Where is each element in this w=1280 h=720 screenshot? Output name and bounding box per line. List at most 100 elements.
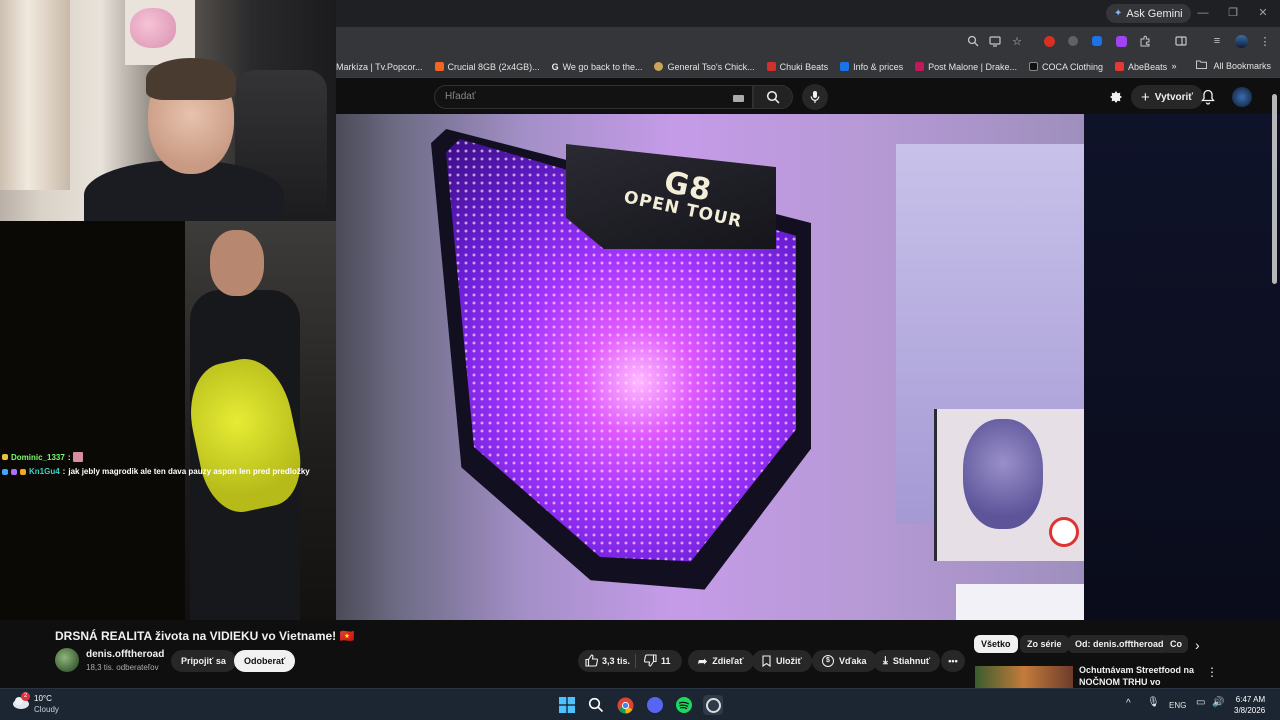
chat-overlay: Dominic_1337 : Kn1Gu4 : jak jebly magrod…	[2, 452, 332, 481]
subscriber-count: 18,3 tis. odberateľov	[86, 663, 159, 672]
chat-separator: :	[67, 452, 71, 462]
extension-purple-icon[interactable]	[1114, 34, 1128, 48]
extension-red-icon[interactable]	[1042, 34, 1056, 48]
dislike-button[interactable]: 11	[644, 654, 671, 667]
bookmark-item[interactable]: AbeBeats	[1115, 62, 1167, 72]
search-button[interactable]	[753, 85, 793, 109]
chip-from-channel[interactable]: Od: denis.offtheroad	[1068, 635, 1171, 653]
download-button[interactable]: ⤓ Stiahnuť	[873, 650, 941, 672]
walker-head	[210, 230, 264, 296]
chat-text: jak jebly magrodik ale ten dava pauzy as…	[68, 467, 310, 476]
recommended-menu-icon[interactable]: ⋮	[1206, 665, 1218, 679]
share-button[interactable]: ➦ Zdieľať	[688, 650, 754, 672]
bookmark-item[interactable]: General Tso's Chick...	[654, 62, 755, 72]
tray-overflow-chevron-icon[interactable]: ^	[1126, 698, 1131, 709]
taskbar-search-icon[interactable]	[586, 695, 606, 715]
chip-label: Všetko	[981, 639, 1011, 649]
chip-label: Zo série	[1027, 639, 1062, 649]
bookmarks-bar: Markíza | Tv.Popcor... Crucial 8GB (2x4G…	[336, 56, 1280, 78]
taskbar-clock[interactable]: 6:47 AM 3/8/2026	[1234, 694, 1265, 716]
ask-gemini-label: Ask Gemini	[1126, 7, 1183, 20]
bookmark-item[interactable]: Markíza | Tv.Popcor...	[336, 62, 423, 72]
browser-toolbar: ☆ ≡ ⋮	[336, 27, 1280, 56]
page-scrollbar[interactable]	[1272, 94, 1277, 284]
chat-badge-icon	[20, 468, 26, 475]
all-bookmarks-button[interactable]: All Bookmarks	[1213, 61, 1271, 71]
weather-temperature[interactable]: 10°C	[34, 694, 52, 703]
save-button[interactable]: Uložiť	[752, 650, 812, 672]
channel-name[interactable]: denis.offtheroad	[86, 649, 164, 660]
google-favicon-icon: G	[551, 61, 559, 72]
bookmark-item[interactable]: Post Malone | Drake...	[915, 62, 1017, 72]
post-malone-favicon-icon	[915, 62, 925, 71]
close-window-button[interactable]: ✕	[1251, 4, 1275, 22]
spotify-taskbar-icon[interactable]	[674, 695, 694, 715]
input-language[interactable]: ENG	[1169, 701, 1186, 710]
youtube-extension-icon[interactable]	[1109, 90, 1123, 104]
keyboard-icon[interactable]	[733, 95, 744, 102]
search-input[interactable]: Hľadať	[434, 85, 753, 109]
like-dislike-group: 3,3 tis. 11	[578, 650, 682, 672]
tray-microphone-icon[interactable]: 🎙	[1147, 697, 1160, 708]
recommended-thumbnail[interactable]	[975, 666, 1073, 688]
discord-taskbar-icon[interactable]	[645, 695, 665, 715]
extensions-puzzle-icon[interactable]	[1138, 34, 1152, 48]
like-button[interactable]: 3,3 tis.	[585, 654, 630, 667]
bookmark-label: Crucial 8GB (2x4GB)...	[447, 61, 540, 72]
curtain	[0, 0, 70, 190]
bookmark-item[interactable]: Crucial 8GB (2x4GB)...	[434, 61, 540, 72]
weather-description[interactable]: Cloudy	[34, 705, 59, 714]
obs-taskbar-icon[interactable]	[703, 695, 723, 715]
bookmark-item[interactable]: G We go back to the...	[552, 62, 643, 72]
bookmark-item[interactable]: COCA Clothing	[1029, 62, 1103, 72]
zoom-icon[interactable]	[966, 34, 980, 48]
media-controls-icon[interactable]: ≡	[1210, 34, 1224, 48]
stream-overlay: Dominic_1337 : Kn1Gu4 : jak jebly magrod…	[0, 0, 336, 620]
minimize-button[interactable]: —	[1191, 4, 1215, 22]
notifications-bell-icon[interactable]	[1201, 89, 1215, 105]
share-label: Zdieľať	[712, 656, 744, 666]
voice-search-button[interactable]	[802, 84, 828, 110]
chips-next-chevron-icon[interactable]: ›	[1195, 637, 1200, 653]
more-actions-button[interactable]: •••	[941, 650, 965, 672]
create-label: Vytvoriť	[1154, 91, 1194, 103]
bookmark-label: AbeBeats	[1128, 61, 1168, 72]
create-button[interactable]: + Vytvoriť	[1131, 85, 1204, 109]
clock-time: 6:47 AM	[1235, 695, 1266, 704]
bookmark-item[interactable]: Info & prices	[840, 62, 903, 72]
more-horizontal-icon: •••	[948, 656, 958, 666]
more-bookmarks-chevron-icon[interactable]: »	[1171, 61, 1176, 71]
thanks-button[interactable]: $ Vďaka	[812, 650, 877, 672]
network-icon[interactable]: ▭	[1196, 697, 1205, 708]
chrome-menu-icon[interactable]: ⋮	[1258, 34, 1272, 48]
bookmark-item[interactable]: Chuki Beats	[766, 61, 829, 72]
channel-avatar[interactable]	[55, 648, 79, 672]
extension-blue-icon[interactable]	[1090, 34, 1104, 48]
chip-series[interactable]: Zo série	[1020, 635, 1069, 653]
bookmark-star-icon[interactable]: ☆	[1010, 34, 1024, 48]
account-avatar[interactable]	[1232, 87, 1252, 107]
microphone-icon	[810, 91, 820, 103]
join-button[interactable]: Pripojiť sa	[171, 650, 236, 672]
chip-all[interactable]: Všetko	[974, 635, 1018, 653]
extension-gray-icon[interactable]	[1066, 34, 1080, 48]
weather-cloud-icon[interactable]: 2	[11, 692, 31, 710]
chip-label: Co	[1170, 639, 1182, 649]
ask-gemini-button[interactable]: ✦ Ask Gemini	[1106, 4, 1191, 23]
bookmark-label: Markíza | Tv.Popcor...	[336, 61, 423, 72]
video-player[interactable]: G8 OPEN TOUR	[336, 114, 1280, 620]
volume-icon[interactable]: 🔊	[1212, 697, 1224, 708]
bookmark-label: Chuki Beats	[779, 61, 829, 72]
chrome-taskbar-icon[interactable]	[615, 695, 635, 715]
windows-start-icon[interactable]	[557, 695, 577, 715]
install-app-icon[interactable]	[988, 34, 1002, 48]
weather-badge: 2	[21, 692, 30, 701]
chat-separator: :	[62, 467, 66, 476]
unsubscribe-button[interactable]: Odoberať	[234, 650, 296, 672]
profile-avatar[interactable]	[1234, 34, 1248, 48]
restore-button[interactable]: ❐	[1221, 4, 1245, 22]
streamer-hair	[146, 58, 236, 100]
side-panel-icon[interactable]	[1174, 34, 1188, 48]
chip-truncated[interactable]: Co	[1164, 635, 1188, 653]
gemini-icon: ✦	[1114, 8, 1123, 19]
